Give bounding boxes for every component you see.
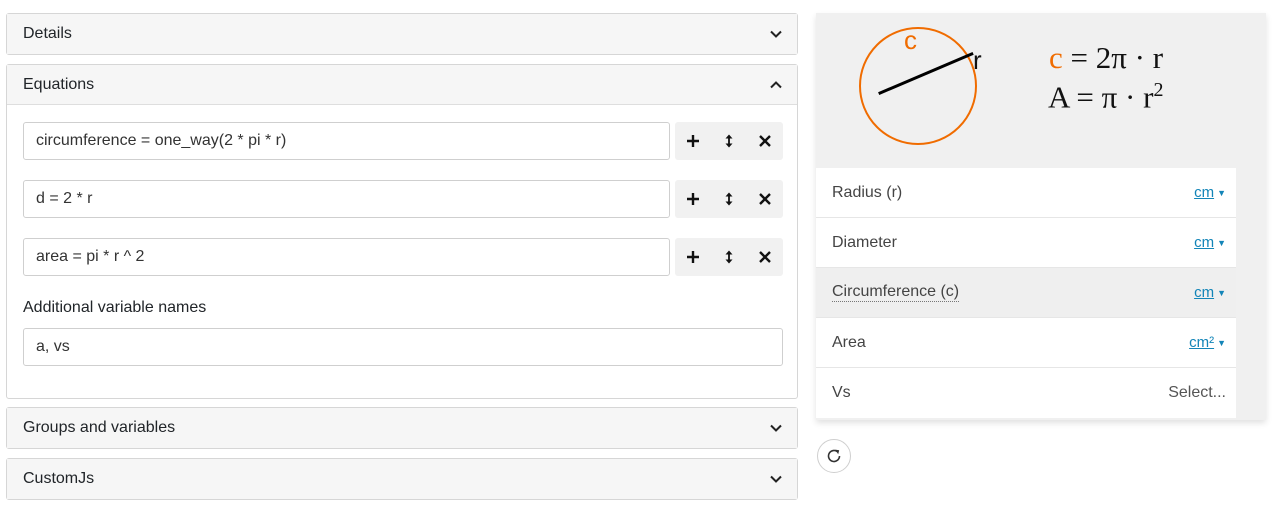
customjs-panel-header[interactable]: CustomJs	[7, 459, 797, 499]
equation-input[interactable]: d = 2 * r	[23, 180, 670, 218]
equation-row: area = pi * r ^ 2	[23, 238, 783, 276]
equation-actions	[675, 122, 783, 160]
chevron-down-icon	[769, 421, 783, 435]
variable-label: Vs	[832, 384, 851, 401]
equations-panel-header[interactable]: Equations	[7, 65, 797, 105]
details-panel-header[interactable]: Details	[7, 14, 797, 54]
equation-input[interactable]: circumference = one_way(2 * pi * r)	[23, 122, 670, 160]
additional-variables-label: Additional variable names	[23, 299, 207, 316]
variable-row-area: Area cm² ▼	[816, 318, 1236, 368]
unit-selector[interactable]: cm² ▼	[1189, 334, 1226, 351]
close-icon[interactable]	[750, 126, 780, 156]
close-icon[interactable]	[750, 184, 780, 214]
formula-diagram: c r c = 2π · r A = π · r2	[816, 13, 1266, 168]
additional-variables-input[interactable]: a, vs	[23, 328, 783, 366]
plus-icon[interactable]	[678, 242, 708, 272]
variable-label: Area	[832, 333, 866, 351]
refresh-button[interactable]	[817, 439, 851, 473]
chevron-down-icon	[769, 472, 783, 486]
variable-label: Circumference (c)	[832, 283, 960, 302]
variable-row-circumference: Circumference (c) cm ▼	[816, 268, 1236, 318]
caret-down-icon: ▼	[1217, 188, 1226, 198]
close-icon[interactable]	[750, 242, 780, 272]
move-vertical-icon[interactable]	[714, 242, 744, 272]
variable-row-diameter: Diameter cm ▼	[816, 218, 1236, 268]
variable-row-vs: Vs Select...	[816, 368, 1236, 418]
variable-row-radius: Radius (r) cm ▼	[816, 168, 1236, 218]
groups-panel-header[interactable]: Groups and variables	[7, 408, 797, 448]
variable-select[interactable]: Select...	[1168, 384, 1226, 402]
refresh-icon	[827, 449, 841, 463]
equation-row: d = 2 * r	[23, 180, 783, 218]
customjs-panel-title: CustomJs	[23, 470, 95, 487]
circle-diagram: c r	[859, 25, 982, 145]
equation-row: circumference = one_way(2 * pi * r)	[23, 122, 783, 160]
chevron-down-icon	[769, 27, 783, 41]
equation-actions	[675, 238, 783, 276]
area-formula: A = π · r2	[1048, 79, 1164, 115]
unit-selector[interactable]: cm ▼	[1194, 234, 1226, 251]
equations-panel: Equations circumference = one_way(2 * pi…	[6, 64, 798, 399]
unit-selector[interactable]: cm ▼	[1194, 184, 1226, 201]
calculator-preview: c r c = 2π · r A = π · r2 Radius (r) cm ▼…	[816, 13, 1266, 420]
unit-selector[interactable]: cm ▼	[1194, 284, 1226, 301]
equations-panel-title: Equations	[23, 75, 95, 93]
equation-actions	[675, 180, 783, 218]
equation-input[interactable]: area = pi * r ^ 2	[23, 238, 670, 276]
customjs-panel: CustomJs	[6, 458, 798, 500]
plus-icon[interactable]	[678, 184, 708, 214]
circumference-formula: c = 2π · r	[1049, 40, 1164, 75]
caret-down-icon: ▼	[1217, 338, 1226, 348]
details-panel: Details	[6, 13, 798, 55]
circumference-symbol: c	[904, 25, 917, 55]
radius-symbol: r	[973, 45, 982, 75]
move-vertical-icon[interactable]	[714, 126, 744, 156]
groups-panel-title: Groups and variables	[23, 419, 176, 436]
variable-label: Radius (r)	[832, 183, 903, 201]
variable-label: Diameter	[832, 233, 897, 251]
chevron-up-icon	[769, 78, 783, 92]
plus-icon[interactable]	[678, 126, 708, 156]
caret-down-icon: ▼	[1217, 288, 1226, 298]
groups-panel: Groups and variables	[6, 407, 798, 449]
details-panel-title: Details	[23, 25, 72, 42]
variables-table: Radius (r) cm ▼ Diameter cm ▼ Circumferenc…	[816, 168, 1236, 418]
move-vertical-icon[interactable]	[714, 184, 744, 214]
caret-down-icon: ▼	[1217, 238, 1226, 248]
